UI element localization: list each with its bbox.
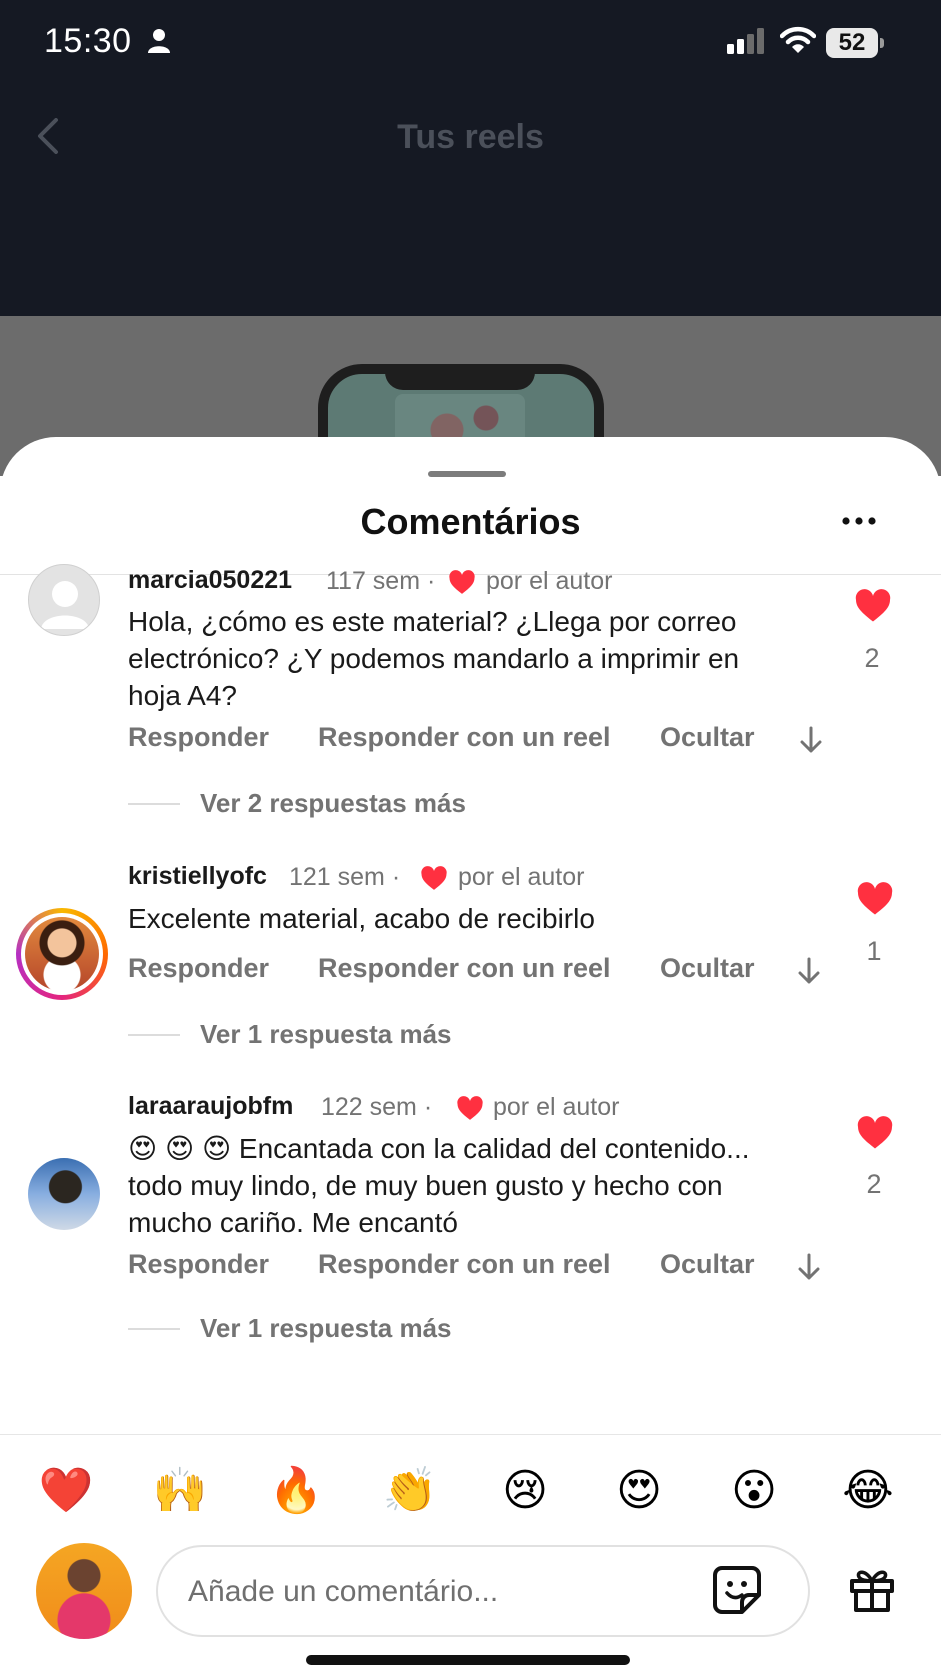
sheet-grabber[interactable] — [428, 471, 506, 477]
reaction-surprised-emoji[interactable]: 😮 — [726, 1463, 782, 1519]
like-count: 2 — [864, 643, 880, 673]
replies-divider — [128, 1034, 180, 1036]
screen-title: Tus reels — [397, 118, 544, 156]
wifi-icon — [780, 26, 816, 53]
reply-button[interactable]: Responder — [128, 953, 269, 984]
author-liked-label: por el autor — [458, 863, 585, 891]
reply-with-reel-button[interactable]: Responder con un reel — [318, 1249, 611, 1280]
reaction-heart-eyes-emoji[interactable]: 😍 — [611, 1463, 667, 1519]
reaction-crying-emoji[interactable]: 😢 — [497, 1463, 553, 1519]
comment-username[interactable]: marcia050221 — [128, 566, 292, 595]
status-bar: 15:30 52 — [0, 0, 941, 90]
arrow-down-icon[interactable] — [798, 1253, 820, 1281]
reply-button[interactable]: Responder — [128, 1249, 269, 1280]
arrow-down-icon[interactable] — [798, 957, 820, 985]
sheet-title: Comentários — [360, 501, 581, 542]
status-time: 15:30 — [44, 22, 132, 60]
comment-composer-bar: ❤️ 🙌 🔥 👏 😢 😍 😮 😂 Añade un comentário... — [0, 1434, 941, 1672]
like-heart-icon[interactable] — [856, 882, 894, 916]
sticker-icon[interactable] — [712, 1565, 762, 1615]
comment-text: Excelente material, acabo de recibirlo — [128, 903, 595, 934]
reaction-clap-emoji[interactable]: 👏 — [382, 1463, 438, 1519]
reply-with-reel-button[interactable]: Responder con un reel — [318, 953, 611, 984]
battery-nub — [880, 38, 884, 48]
view-replies-button[interactable]: Ver 1 respuesta más — [200, 1019, 452, 1050]
author-liked-heart-icon — [457, 1096, 483, 1120]
arrow-down-icon[interactable] — [800, 726, 822, 754]
avatar[interactable] — [28, 1158, 100, 1230]
replies-divider — [128, 1328, 180, 1330]
hide-button[interactable]: Ocultar — [660, 1249, 755, 1280]
more-options-icon[interactable] — [842, 517, 876, 525]
home-indicator — [306, 1655, 630, 1665]
like-count: 1 — [866, 936, 882, 966]
reaction-laughing-emoji[interactable]: 😂 — [840, 1463, 896, 1519]
hide-button[interactable]: Ocultar — [660, 722, 755, 753]
view-replies-button[interactable]: Ver 1 respuesta más — [200, 1313, 452, 1344]
battery-indicator: 52 — [826, 28, 878, 58]
replies-divider — [128, 803, 180, 805]
view-replies-button[interactable]: Ver 2 respuestas más — [200, 788, 466, 819]
reply-with-reel-button[interactable]: Responder con un reel — [318, 722, 611, 753]
comment-text: 😍 😍 😍 Encantada con la calidad del conte… — [128, 1133, 750, 1238]
like-heart-icon[interactable] — [854, 589, 892, 623]
comment-text: Hola, ¿cómo es este material? ¿Llega por… — [128, 606, 740, 711]
author-liked-label: por el autor — [493, 1093, 620, 1121]
cellular-signal-icon — [727, 28, 764, 54]
current-user-avatar — [36, 1543, 132, 1639]
gift-icon[interactable] — [848, 1565, 896, 1613]
author-liked-heart-icon — [449, 570, 475, 594]
hide-button[interactable]: Ocultar — [660, 953, 755, 984]
like-count: 2 — [866, 1169, 882, 1199]
default-avatar-icon — [41, 581, 89, 629]
comment-username[interactable]: laraaraujobfm — [128, 1092, 293, 1121]
author-liked-heart-icon — [421, 866, 447, 890]
reaction-raised-hands-emoji[interactable]: 🙌 — [152, 1463, 208, 1519]
avatar-image — [25, 917, 99, 991]
comment-meta: 122 sem · — [321, 1093, 433, 1121]
comment-input-placeholder: Añade un comentário... — [188, 1575, 499, 1608]
phone-notch — [385, 364, 535, 390]
author-liked-label: por el autor — [486, 567, 613, 595]
avatar[interactable] — [16, 908, 108, 1000]
person-icon — [148, 29, 170, 53]
like-heart-icon[interactable] — [856, 1116, 894, 1150]
reaction-fire-emoji[interactable]: 🔥 — [268, 1463, 324, 1519]
reaction-heart-emoji[interactable]: ❤️ — [38, 1463, 94, 1519]
avatar[interactable] — [28, 564, 100, 636]
story-ring — [21, 913, 103, 995]
comment-meta: 121 sem · — [289, 863, 401, 891]
reply-button[interactable]: Responder — [128, 722, 269, 753]
comment-username[interactable]: kristiellyofc — [128, 862, 267, 891]
comment-meta: 117 sem · — [326, 567, 436, 595]
